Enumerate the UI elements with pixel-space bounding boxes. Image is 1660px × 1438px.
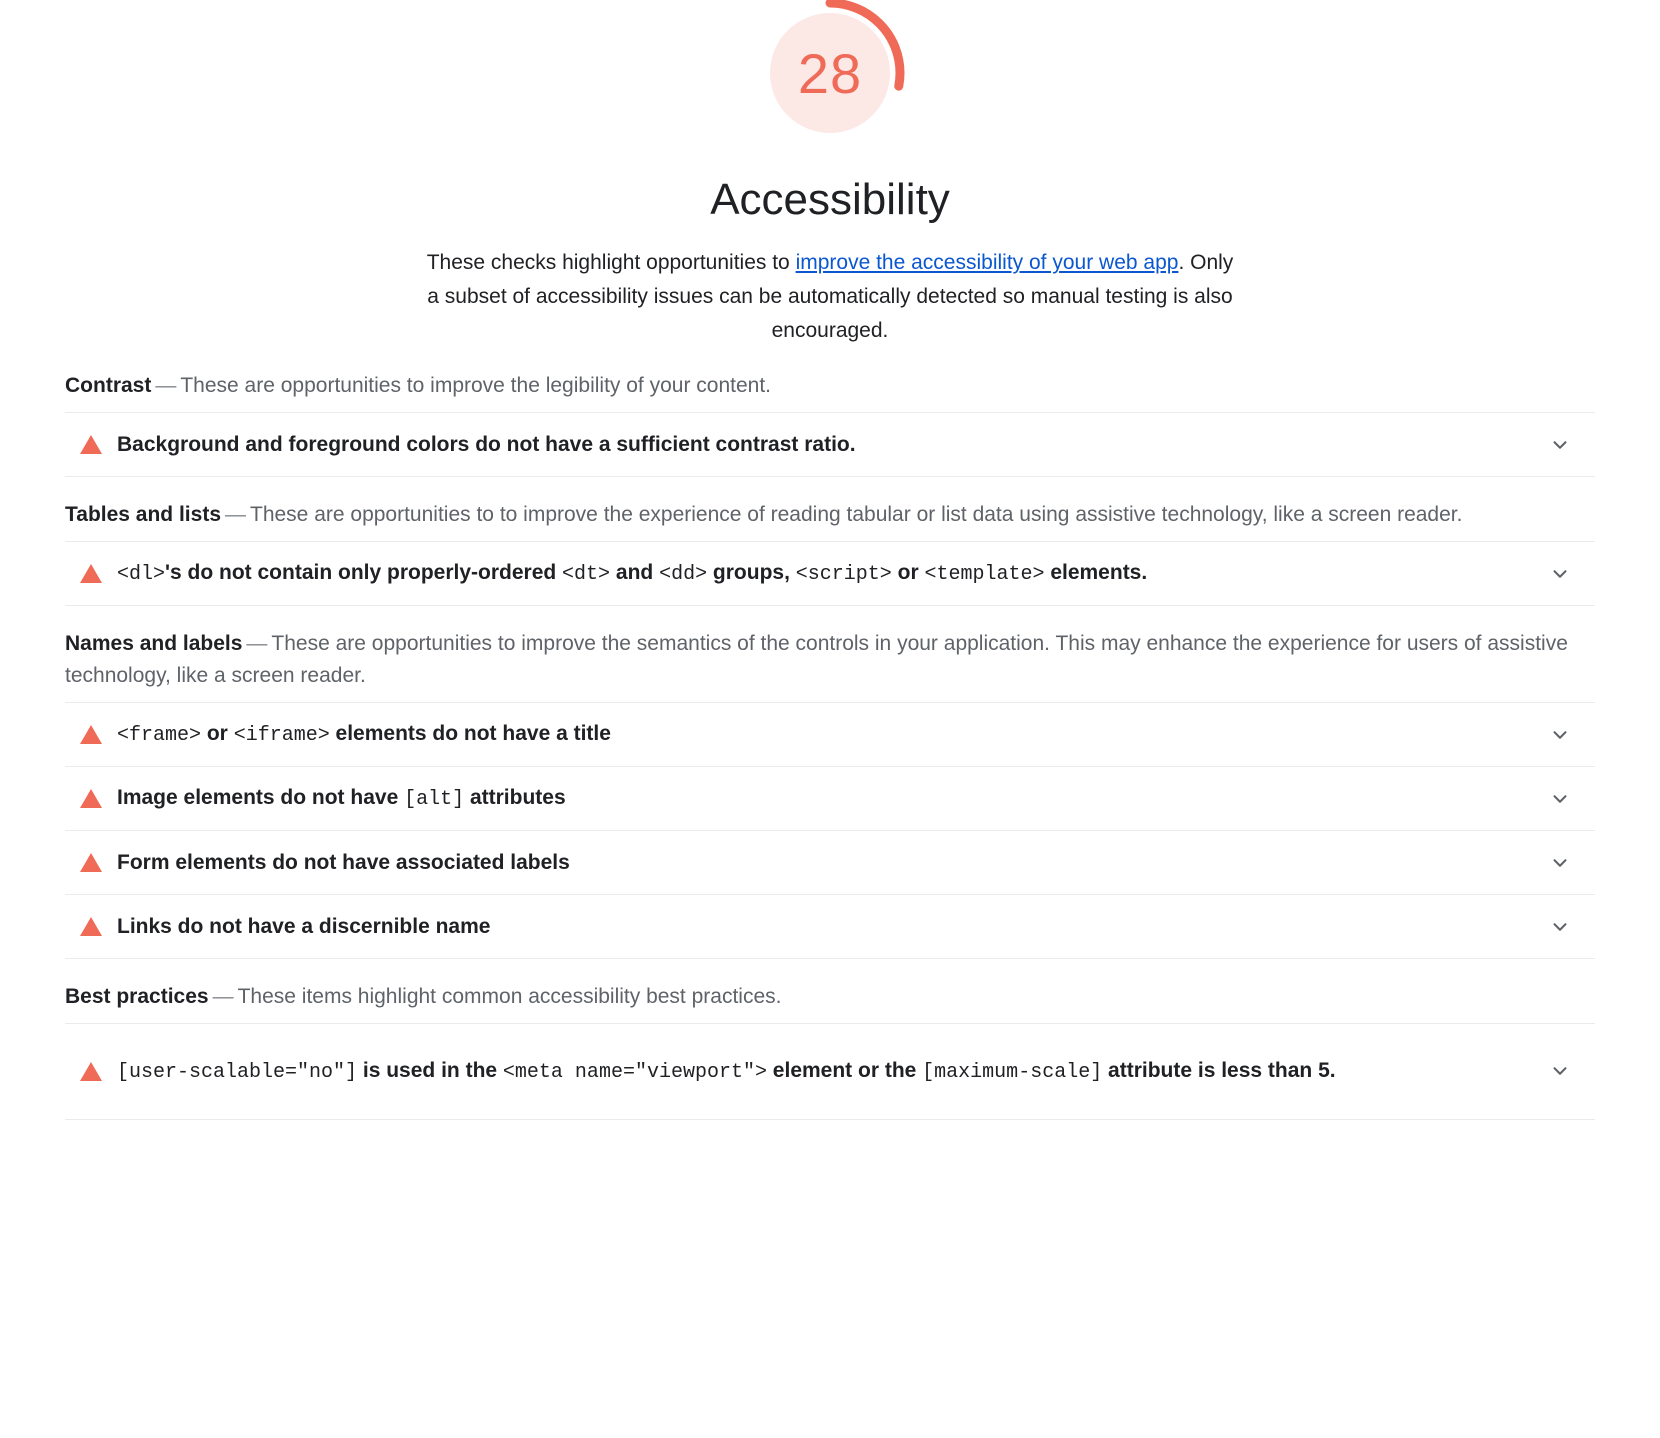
audit-text-token: elements. bbox=[1044, 561, 1148, 585]
audit-group-description: These are opportunities to improve the l… bbox=[180, 374, 771, 398]
audit-text-token: attributes bbox=[464, 786, 566, 810]
audit-group-description: These items highlight common accessibili… bbox=[237, 985, 782, 1009]
audit-group-description: These are opportunities to improve the s… bbox=[65, 632, 1568, 688]
audit-list: <dl>'s do not contain only properly-orde… bbox=[65, 541, 1595, 607]
audit-list: [user-scalable="no"] is used in the <met… bbox=[65, 1022, 1595, 1120]
audit-text-token: is used in the bbox=[357, 1059, 503, 1083]
audit-group-title: Names and labels bbox=[65, 632, 243, 656]
audit-code-token: <script> bbox=[795, 563, 892, 587]
audit-row[interactable]: <frame> or <iframe> elements do not have… bbox=[65, 703, 1595, 768]
audit-row[interactable]: Form elements do not have associated lab… bbox=[65, 831, 1595, 896]
group-dash-separator: — bbox=[155, 374, 177, 398]
audit-code-token: [user-scalable="no"] bbox=[117, 1061, 358, 1085]
audit-code-token: <iframe> bbox=[233, 724, 330, 748]
audit-text-token: elements do not have a title bbox=[329, 722, 611, 746]
warning-triangle-icon bbox=[65, 564, 117, 584]
accessibility-report: 28 Accessibility These checks highlight … bbox=[0, 0, 1660, 1120]
audit-text-token: Form elements do not have associated lab… bbox=[117, 850, 570, 874]
audit-code-token: <template> bbox=[924, 563, 1045, 587]
audit-text-token: Links do not have a discernible name bbox=[117, 914, 491, 938]
audit-code-token: <frame> bbox=[117, 724, 202, 748]
score-value: 28 bbox=[797, 41, 863, 105]
audit-code-token: <dl> bbox=[117, 563, 166, 587]
chevron-down-icon[interactable] bbox=[1525, 563, 1595, 585]
group-dash-separator: — bbox=[246, 632, 268, 656]
audit-title: <dl>'s do not contain only properly-orde… bbox=[117, 556, 1525, 591]
audit-text-token: and bbox=[610, 561, 660, 585]
warning-triangle-icon bbox=[65, 435, 117, 455]
audit-title: Image elements do not have [alt] attribu… bbox=[117, 781, 1525, 816]
audit-title: Background and foreground colors do not … bbox=[117, 428, 1525, 461]
audit-title: Links do not have a discernible name bbox=[117, 910, 1525, 943]
warning-triangle-icon bbox=[65, 1061, 117, 1081]
accessibility-score-gauge: 28 bbox=[745, 0, 915, 158]
chevron-down-icon[interactable] bbox=[1525, 434, 1595, 456]
audit-group-title: Tables and lists bbox=[65, 503, 221, 527]
audit-code-token: [maximum-scale] bbox=[922, 1061, 1103, 1085]
audit-row[interactable]: <dl>'s do not contain only properly-orde… bbox=[65, 542, 1595, 607]
audit-title: [user-scalable="no"] is used in the <met… bbox=[117, 1054, 1525, 1089]
chevron-down-icon[interactable] bbox=[1525, 916, 1595, 938]
accessibility-docs-link[interactable]: improve the accessibility of your web ap… bbox=[796, 251, 1179, 274]
chevron-down-icon[interactable] bbox=[1525, 852, 1595, 874]
warning-triangle-icon bbox=[65, 725, 117, 745]
audit-text-token: Background and foreground colors do not … bbox=[117, 433, 856, 457]
audit-list: Background and foreground colors do not … bbox=[65, 412, 1595, 478]
audit-row[interactable]: Image elements do not have [alt] attribu… bbox=[65, 767, 1595, 832]
audit-text-token: Image elements do not have bbox=[117, 786, 405, 810]
audit-text-token: attribute is less than 5. bbox=[1102, 1059, 1336, 1083]
audit-text-token: groups, bbox=[707, 561, 796, 585]
audit-code-token: <dd> bbox=[659, 563, 708, 587]
warning-triangle-icon bbox=[65, 917, 117, 937]
description-prefix: These checks highlight opportunities to bbox=[426, 251, 796, 275]
audit-group: Contrast — These are opportunities to impr… bbox=[65, 348, 1595, 478]
audit-group-title: Best practices bbox=[65, 985, 209, 1009]
audit-group: Names and labels — These are opportunities… bbox=[65, 606, 1595, 960]
audit-group-header: Tables and lists — These are opportunities… bbox=[65, 477, 1595, 541]
audit-code-token: [alt] bbox=[404, 788, 465, 812]
audit-group-header: Names and labels — These are opportunities… bbox=[65, 606, 1595, 702]
chevron-down-icon[interactable] bbox=[1525, 1060, 1595, 1082]
group-dash-separator: — bbox=[225, 503, 246, 527]
audit-row[interactable]: Links do not have a discernible name bbox=[65, 895, 1595, 960]
audit-title: <frame> or <iframe> elements do not have… bbox=[117, 717, 1525, 752]
audit-code-token: <dt> bbox=[562, 563, 611, 587]
audit-text-token: or bbox=[891, 561, 925, 585]
warning-triangle-icon bbox=[65, 853, 117, 873]
audit-list: <frame> or <iframe> elements do not have… bbox=[65, 702, 1595, 960]
audit-group-description: These are opportunities to to improve th… bbox=[250, 503, 1463, 527]
audit-group: Tables and lists — These are opportunities… bbox=[65, 477, 1595, 607]
category-description: These checks highlight opportunities to … bbox=[420, 246, 1240, 348]
group-dash-separator: — bbox=[212, 985, 234, 1009]
score-gauge-container: 28 bbox=[0, 0, 1660, 158]
audit-text-token: 's do not contain only properly-ordered bbox=[165, 561, 563, 585]
audit-code-token: <meta name="viewport"> bbox=[502, 1061, 767, 1085]
audit-group: Best practices — These items highlight com… bbox=[65, 959, 1595, 1120]
chevron-down-icon[interactable] bbox=[1525, 788, 1595, 810]
audit-group-header: Contrast — These are opportunities to impr… bbox=[65, 348, 1595, 412]
audit-row[interactable]: [user-scalable="no"] is used in the <met… bbox=[65, 1023, 1595, 1120]
audit-group-title: Contrast bbox=[65, 374, 152, 398]
audit-row[interactable]: Background and foreground colors do not … bbox=[65, 413, 1595, 478]
audit-text-token: element or the bbox=[766, 1059, 923, 1083]
page-title: Accessibility bbox=[710, 175, 950, 224]
audit-text-token: or bbox=[201, 722, 234, 746]
audit-group-header: Best practices — These items highlight com… bbox=[65, 959, 1595, 1023]
audit-title: Form elements do not have associated lab… bbox=[117, 846, 1525, 879]
warning-triangle-icon bbox=[65, 789, 117, 809]
chevron-down-icon[interactable] bbox=[1525, 724, 1595, 746]
audit-groups-container: Contrast — These are opportunities to impr… bbox=[65, 348, 1595, 1120]
